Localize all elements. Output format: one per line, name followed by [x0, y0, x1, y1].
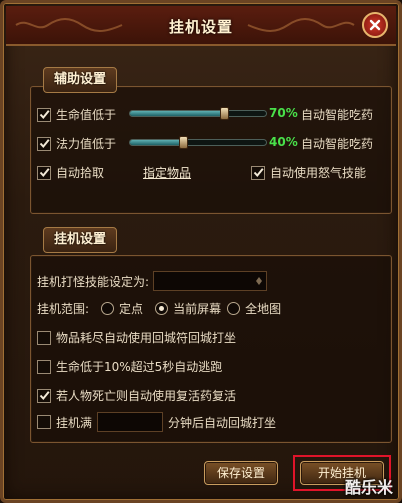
skill-setting-row: 挂机打怪技能设定为: [37, 271, 268, 291]
save-settings-button[interactable]: 保存设置 [204, 461, 278, 485]
checkmark-icon [39, 168, 50, 178]
hp-slider[interactable] [129, 107, 267, 120]
checkmark-icon [39, 110, 50, 120]
mp-row: 法力值低于 [37, 135, 116, 152]
hangup-settings-window: 挂机设置 辅助设置 生命值低于 70% 自动智能吃药 法力值低于 40% 自动智… [0, 0, 402, 503]
mp-slider[interactable] [129, 136, 267, 149]
close-button[interactable] [362, 12, 388, 38]
range-fixed-label: 定点 [119, 302, 144, 316]
range-screen-radio[interactable] [155, 302, 169, 315]
specify-items-link[interactable]: 指定物品 [143, 164, 191, 181]
range-map-label: 全地图 [245, 302, 282, 316]
assist-settings-tab: 辅助设置 [43, 67, 118, 93]
auto-pickup-checkbox[interactable] [37, 165, 51, 180]
option-escape-row: 生命低于10%超过5秒自动逃跑 [37, 358, 222, 375]
hangup-full-checkbox[interactable] [37, 415, 51, 429]
mp-action-label: 自动智能吃药 [301, 137, 374, 151]
hangup-minutes-input[interactable] [97, 412, 164, 432]
range-screen-label: 当前屏幕 [173, 302, 222, 316]
auto-pickup-row: 自动拾取 [37, 164, 104, 181]
hp-slider-fill [130, 111, 226, 116]
return-town-label: 物品耗尽自动使用回城符回城打坐 [56, 331, 237, 345]
title-bar[interactable]: 挂机设置 [6, 6, 396, 46]
option-revive-row: 若人物死亡则自动使用复活药复活 [37, 387, 236, 404]
mp-label: 法力值低于 [56, 137, 117, 151]
escape-checkbox[interactable] [37, 359, 51, 374]
hangup-full-suffix: 分钟后自动回城打坐 [168, 415, 277, 430]
auto-pickup-label: 自动拾取 [56, 166, 105, 180]
radio-selected-dot [159, 306, 165, 311]
range-row: 挂机范围: 定点 当前屏幕 全地图 [37, 300, 281, 317]
checkmark-icon [253, 168, 264, 178]
skill-select[interactable] [153, 271, 268, 291]
revive-label: 若人物死亡则自动使用复活药复活 [56, 389, 237, 403]
mp-slider-fill [130, 140, 185, 145]
auto-rage-skill-row: 自动使用怒气技能 [251, 164, 366, 181]
escape-label: 生命低于10%超过5秒自动逃跑 [56, 360, 223, 374]
dropdown-arrow-icon [256, 277, 263, 285]
hp-percent: 70% [269, 106, 298, 120]
auto-rage-skill-label: 自动使用怒气技能 [270, 166, 367, 180]
mp-slider-handle[interactable] [179, 136, 188, 149]
mp-checkbox[interactable] [37, 136, 51, 151]
option-return-town-row: 物品耗尽自动使用回城符回城打坐 [37, 329, 236, 346]
hangup-settings-tab: 挂机设置 [43, 227, 118, 253]
range-map-radio[interactable] [227, 302, 241, 315]
title-ornament-right-icon [247, 18, 355, 32]
revive-checkbox[interactable] [37, 388, 51, 403]
return-town-checkbox[interactable] [37, 330, 51, 345]
skill-setting-label: 挂机打怪技能设定为: [37, 274, 150, 289]
hp-slider-handle[interactable] [220, 107, 229, 120]
checkmark-icon [39, 391, 50, 401]
hangup-full-prefix: 挂机满 [56, 415, 93, 430]
hp-action-label: 自动智能吃药 [301, 108, 374, 122]
checkmark-icon [39, 139, 50, 149]
mp-percent: 40% [269, 135, 298, 149]
hangup-full-row: 挂机满 分钟后自动回城打坐 [37, 412, 276, 432]
range-label: 挂机范围: [37, 302, 90, 316]
close-icon [369, 19, 381, 31]
hp-label: 生命值低于 [56, 108, 117, 122]
hp-row: 生命值低于 [37, 106, 116, 123]
hp-checkbox[interactable] [37, 107, 51, 122]
watermark-text: 酷乐米 [344, 478, 393, 497]
range-fixed-radio[interactable] [101, 302, 115, 315]
auto-rage-skill-checkbox[interactable] [251, 165, 265, 180]
